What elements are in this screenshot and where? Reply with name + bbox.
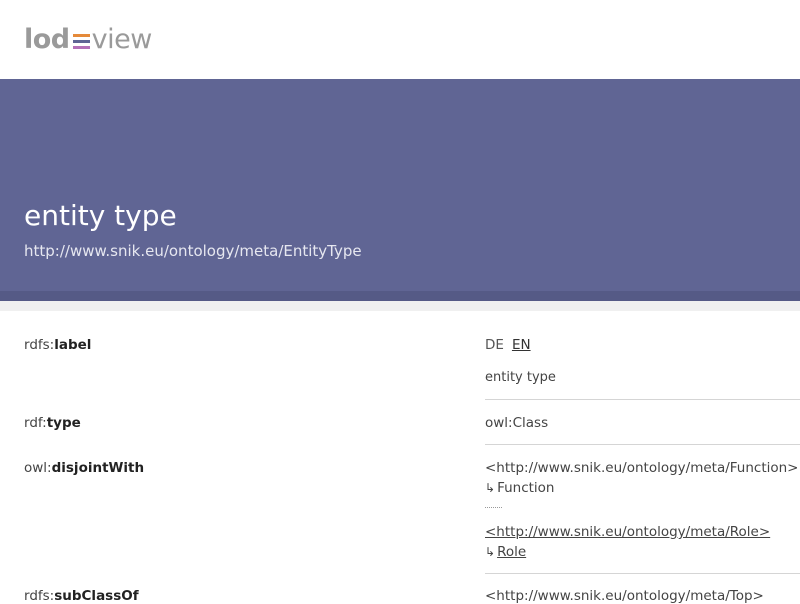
disjoint-role-uri-link[interactable]: <http://www.snik.eu/ontology/meta/Role> [485,524,770,540]
type-value[interactable]: owl:Class [485,415,548,431]
page-title: entity type [24,199,177,232]
predicate-name: label [54,337,92,353]
header-shadow [0,301,800,311]
predicate-prefix: owl: [24,460,52,476]
arrow-icon: ↳ [485,481,496,495]
resource-uri: http://www.snik.eu/ontology/meta/EntityT… [24,242,362,260]
properties-panel: rdfs:label DE EN entity type rdf:type owl… [0,311,800,604]
dotted-separator [485,507,502,508]
header-bottom-strip [0,291,800,301]
lodview-logo[interactable]: lod view [24,22,152,56]
disjoint-function-uri-link[interactable]: <http://www.snik.eu/ontology/meta/Functi… [485,460,799,476]
logo-view-text: view [91,23,153,55]
divider [485,444,800,445]
predicate-name: type [46,415,81,431]
arrow-icon: ↳ [485,545,496,559]
disjoint-function-label-text[interactable]: Function [497,480,554,496]
logo-lod-text: lod [24,23,70,55]
disjoint-role-label-link[interactable]: Role [497,544,526,560]
predicate-name: disjointWith [51,460,145,476]
predicate-prefix: rdfs: [24,337,55,353]
divider [485,399,800,400]
predicate-rdfs-label[interactable]: rdfs:label [24,337,91,353]
predicate-prefix: rdfs: [24,588,55,604]
predicate-prefix: rdf: [24,415,47,431]
divider [485,573,800,574]
top-bar: lod view [0,0,800,79]
predicate-owl-disjointwith[interactable]: owl:disjointWith [24,460,144,476]
predicate-rdfs-subclassof[interactable]: rdfs:subClassOf [24,588,139,604]
lang-de-tab[interactable]: DE [485,337,504,353]
subclassof-uri-link[interactable]: <http://www.snik.eu/ontology/meta/Top> [485,588,764,604]
disjoint-function-label: ↳ Function [485,480,554,496]
lang-en-tab[interactable]: EN [512,337,531,353]
predicate-name: subClassOf [54,588,139,604]
disjoint-role-label: ↳ Role [485,544,526,560]
logo-bars-icon [72,31,90,51]
language-switcher: DE EN [485,337,539,353]
predicate-rdf-type[interactable]: rdf:type [24,415,81,431]
label-value: entity type [485,370,556,385]
